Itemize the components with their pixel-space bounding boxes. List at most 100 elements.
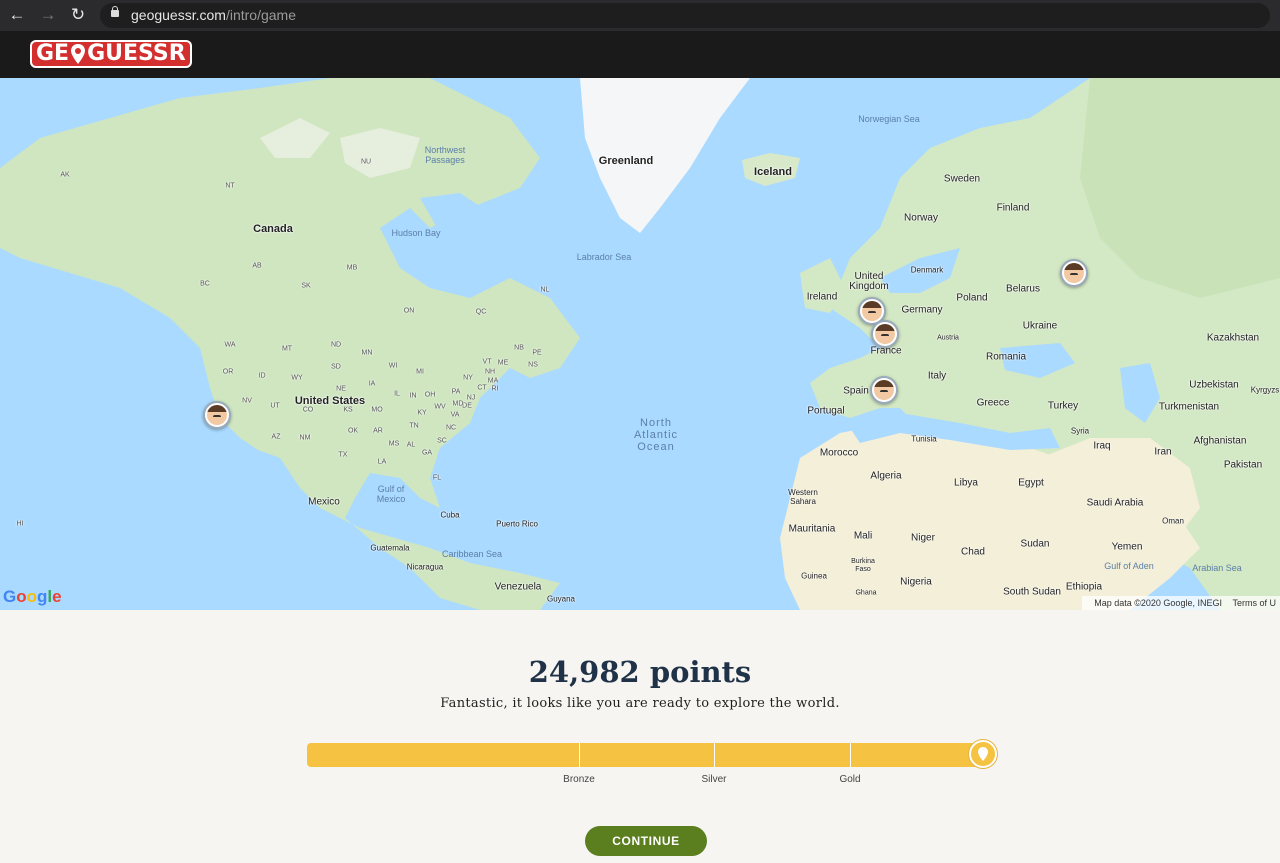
map-label-ny: NY — [463, 374, 473, 382]
map-label-denmark: Denmark — [910, 265, 944, 275]
map-label-yemen: Yemen — [1111, 541, 1143, 553]
map-label-ne: NE — [336, 385, 346, 393]
map-label-on: ON — [403, 307, 415, 315]
player-avatar-icon[interactable] — [1060, 259, 1088, 287]
back-icon[interactable]: ← — [7, 5, 27, 25]
results-map[interactable]: Greenland Iceland Canada United States M… — [0, 78, 1280, 610]
address-bar[interactable]: geoguessr.com/intro/game — [100, 3, 1270, 28]
map-label-or: OR — [222, 368, 234, 376]
continue-button[interactable]: CONTINUE — [585, 826, 707, 856]
map-label-wi: WI — [388, 362, 398, 370]
map-label-algeria: Algeria — [870, 470, 902, 482]
map-label-mali: Mali — [853, 530, 873, 542]
map-label-uzbekistan: Uzbekistan — [1189, 379, 1239, 391]
reload-icon[interactable]: ↻ — [68, 5, 88, 25]
tick-label-silver: Silver — [701, 774, 727, 785]
map-label-syria: Syria — [1070, 426, 1090, 436]
map-label-ms: MS — [388, 440, 400, 448]
map-label-sk: SK — [301, 282, 311, 290]
map-label-tunisia: Tunisia — [911, 434, 937, 444]
map-label-romania: Romania — [985, 351, 1027, 363]
tick-silver — [714, 743, 715, 767]
map-label-norwegian-sea: Norwegian Sea — [858, 114, 920, 124]
map-label-ab: AB — [252, 262, 262, 270]
map-label-nb: NB — [514, 344, 524, 352]
map-label-nc: NC — [445, 424, 457, 432]
map-label-nm: NM — [299, 434, 311, 442]
map-label-puerto-rico: Puerto Rico — [496, 519, 538, 529]
map-label-hudson-bay: Hudson Bay — [391, 228, 441, 238]
site-header: GE GUESSR — [0, 31, 1280, 78]
map-label-nj: NJ — [466, 394, 476, 402]
map-label-ns: NS — [528, 361, 538, 369]
map-label-kyrgyzstan: Kyrgyzs — [1250, 385, 1280, 395]
map-label-co: CO — [302, 406, 314, 414]
map-label-fl: FL — [432, 474, 442, 482]
map-label-ethiopia: Ethiopia — [1065, 581, 1103, 593]
map-label-saudi-arabia: Saudi Arabia — [1086, 497, 1144, 509]
map-label-vt: VT — [482, 358, 492, 366]
map-label-ut: UT — [270, 402, 280, 410]
map-label-iraq: Iraq — [1093, 440, 1111, 452]
map-label-nt: NT — [225, 182, 235, 190]
tick-label-gold: Gold — [839, 774, 861, 785]
map-label-nl: NL — [540, 286, 550, 294]
terms-link[interactable]: Terms of U — [1232, 598, 1276, 608]
map-label-me: ME — [497, 359, 509, 367]
map-label-va: VA — [450, 411, 460, 419]
map-label-wy: WY — [291, 374, 303, 382]
map-label-austria: Austria — [937, 334, 959, 342]
map-label-oman: Oman — [1162, 516, 1184, 526]
map-label-mb: MB — [346, 264, 358, 272]
map-label-mi: MI — [416, 368, 424, 376]
map-label-greenland: Greenland — [598, 155, 654, 167]
map-data-text: Map data ©2020 Google, INEGI — [1094, 598, 1222, 608]
result-message: Fantastic, it looks like you are ready t… — [440, 696, 840, 711]
map-label-chad: Chad — [961, 546, 985, 558]
map-label-bc: BC — [200, 280, 210, 288]
map-label-nicaragua: Nicaragua — [406, 562, 444, 572]
map-label-ireland: Ireland — [806, 291, 838, 303]
map-label-portugal: Portugal — [807, 405, 845, 417]
map-label-sc: SC — [437, 437, 447, 445]
player-avatar-icon[interactable] — [871, 320, 899, 348]
map-label-ak: AK — [60, 171, 70, 179]
map-label-gulf-of-aden: Gulf of Aden — [1104, 561, 1154, 571]
map-label-south-sudan: South Sudan — [1003, 586, 1061, 598]
player-avatar-icon[interactable] — [203, 401, 231, 429]
map-label-de: DE — [462, 402, 472, 410]
map-label-united-states: United States — [294, 395, 366, 407]
map-label-niger: Niger — [911, 532, 935, 544]
map-label-pakistan: Pakistan — [1223, 459, 1263, 471]
map-label-ukraine: Ukraine — [1022, 320, 1058, 332]
map-label-pe: PE — [532, 349, 542, 357]
map-label-ks: KS — [343, 406, 353, 414]
map-label-ar: AR — [373, 427, 383, 435]
map-label-egypt: Egypt — [1018, 477, 1044, 489]
map-label-id: ID — [258, 372, 266, 380]
map-label-turkey: Turkey — [1047, 400, 1079, 412]
player-avatar-icon[interactable] — [870, 376, 898, 404]
map-label-hi: HI — [16, 520, 24, 528]
map-label-in: IN — [409, 392, 417, 400]
map-label-libya: Libya — [954, 477, 978, 489]
map-label-az: AZ — [271, 433, 281, 441]
map-label-burkina-faso: Burkina Faso — [851, 558, 875, 573]
progress-fill — [307, 743, 985, 767]
map-label-guyana: Guyana — [546, 594, 576, 604]
geoguessr-logo[interactable]: GE GUESSR — [30, 40, 192, 68]
map-pin-icon — [71, 44, 86, 64]
map-label-morocco: Morocco — [819, 447, 859, 459]
map-label-sd: SD — [331, 363, 341, 371]
map-label-gulf-of-mexico: Gulf of Mexico — [376, 484, 406, 504]
score-progress-bar: Bronze Silver Gold — [307, 740, 997, 785]
url-text: geoguessr.com/intro/game — [131, 7, 296, 23]
map-label-kazakhstan: Kazakhstan — [1206, 332, 1260, 344]
map-label-guatemala: Guatemala — [370, 543, 410, 553]
forward-icon[interactable]: → — [38, 5, 58, 25]
map-label-pa: PA — [451, 388, 461, 396]
map-label-ghana: Ghana — [855, 589, 877, 597]
google-logo[interactable]: Google — [3, 587, 62, 607]
map-label-ky: KY — [417, 409, 427, 417]
map-label-nh: NH — [484, 368, 496, 376]
